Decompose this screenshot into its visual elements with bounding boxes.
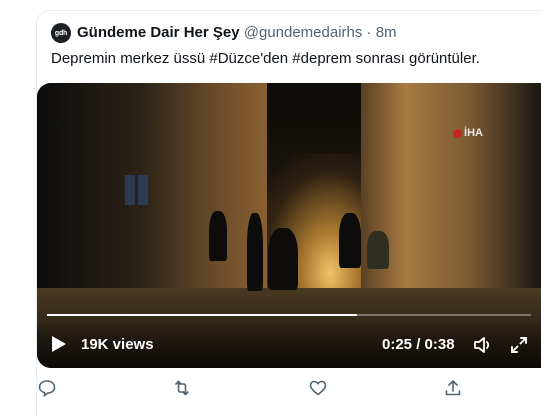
author-name[interactable]: Gündeme Dair Her Şey [77, 24, 240, 41]
reply-icon[interactable] [37, 378, 57, 398]
scene-window [138, 175, 148, 205]
volume-icon[interactable] [473, 336, 493, 354]
scene-person [367, 231, 389, 269]
retweet-icon[interactable] [172, 378, 192, 398]
watermark-logo-icon [453, 128, 463, 138]
avatar[interactable]: gdh [51, 23, 71, 43]
avatar-text: gdh [54, 29, 68, 37]
video-progress-bar[interactable] [47, 314, 531, 316]
tweet-text: Depremin merkez üssü #Düzce'den #deprem … [51, 50, 480, 67]
video-timecode: 0:25 / 0:38 [382, 336, 455, 353]
scene-person [209, 211, 227, 261]
scene-person [247, 213, 263, 291]
scene-building-left [37, 83, 267, 323]
tweet-header: Gündeme Dair Her Şey @gundemedairhs · 8m [77, 24, 397, 41]
separator-dot: · [366, 24, 372, 41]
video-progress-fill [47, 314, 357, 316]
fullscreen-icon[interactable] [510, 336, 528, 354]
timestamp[interactable]: 8m [376, 24, 397, 41]
scene-person [268, 228, 298, 290]
author-handle[interactable]: @gundemedairhs [244, 24, 363, 41]
like-icon[interactable] [308, 378, 328, 398]
play-icon[interactable] [52, 336, 66, 352]
video-watermark: İHA [453, 127, 483, 139]
share-icon[interactable] [443, 378, 463, 398]
scene-window [125, 175, 135, 205]
tweet-actions [0, 378, 541, 402]
watermark-text: İHA [464, 127, 483, 139]
view-count: 19K views [81, 336, 154, 353]
video-player[interactable]: İHA 19K views 0:25 / 0:38 [37, 83, 541, 368]
scene-person [339, 213, 361, 268]
